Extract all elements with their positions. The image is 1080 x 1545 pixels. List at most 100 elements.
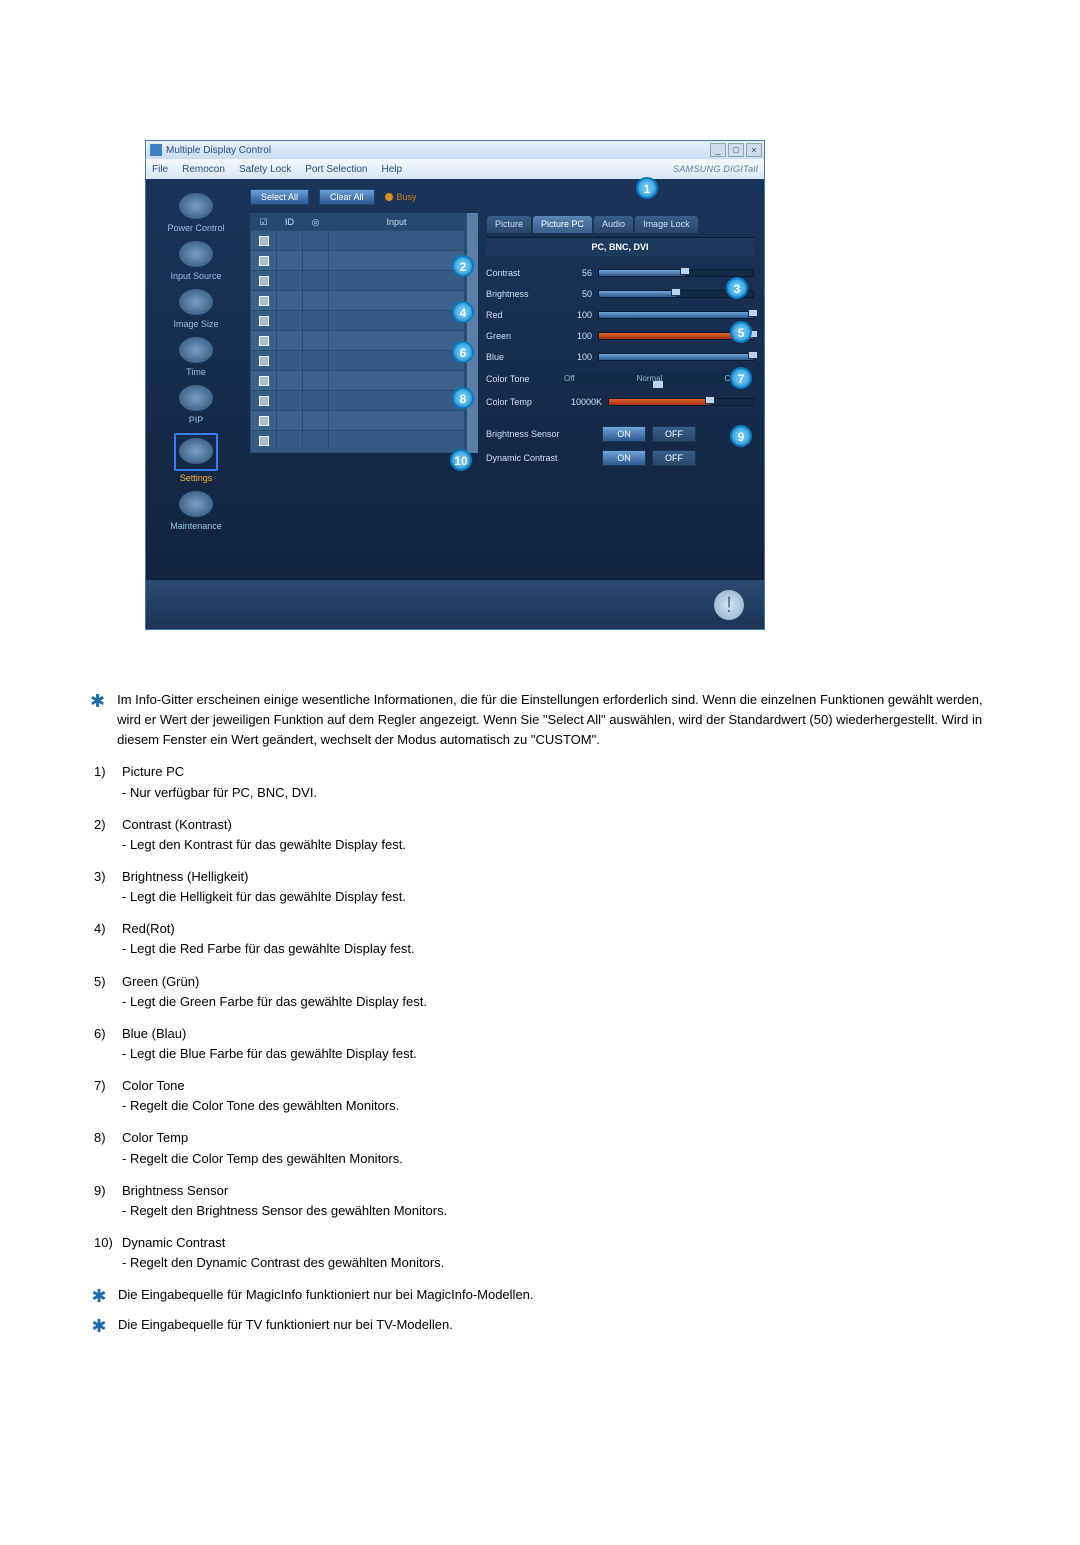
brand-label: SAMSUNG DIGITall (673, 164, 758, 174)
settings-panel: Picture Picture PC Audio Image Lock PC, … (486, 215, 754, 470)
table-row[interactable] (251, 310, 465, 330)
titlebar: Multiple Display Control _ □ × (146, 141, 764, 159)
tab-audio[interactable]: Audio (593, 215, 634, 233)
main-pane: Select All Clear All Busy ☑ ID ◎ Input (246, 179, 764, 579)
pip-icon (179, 385, 213, 411)
sidebar: Power Control Input Source Image Size Ti… (146, 179, 246, 579)
grid-header: ☑ ID ◎ Input (251, 214, 465, 230)
row-color-temp: Color Temp 10000K (486, 391, 754, 412)
star-icon: ✱ (90, 1283, 108, 1311)
menu-remocon[interactable]: Remocon (182, 164, 225, 175)
panel-tabs: Picture Picture PC Audio Image Lock (486, 215, 754, 233)
window-buttons: _ □ × (710, 143, 764, 157)
col-input[interactable]: Input (329, 214, 465, 230)
callout-6: 6 (452, 341, 474, 363)
table-row[interactable] (251, 350, 465, 370)
list-item: 5)Green (Grün)- Legt die Green Farbe für… (94, 972, 990, 1012)
table-row[interactable] (251, 390, 465, 410)
footnote-2: ✱ Die Eingabequelle für TV funktioniert … (90, 1315, 990, 1343)
sidebar-item-pip[interactable]: PIP (154, 385, 238, 425)
color-tone-slider[interactable]: Off Normal Custom (562, 374, 754, 384)
menu-safety-lock[interactable]: Safety Lock (239, 164, 291, 175)
app-window: Multiple Display Control _ □ × File Remo… (145, 140, 765, 630)
tab-picture-pc[interactable]: Picture PC (532, 215, 593, 233)
row-brightness: Brightness 50 (486, 283, 754, 304)
device-grid: ☑ ID ◎ Input (250, 213, 466, 453)
table-row[interactable] (251, 430, 465, 450)
table-row[interactable] (251, 290, 465, 310)
row-color-tone: Color Tone Off Normal Custom (486, 367, 754, 391)
row-dynamic-contrast: Dynamic Contrast ON OFF (486, 446, 754, 470)
app-icon (150, 144, 162, 156)
list-item: 9)Brightness Sensor- Regelt den Brightne… (94, 1181, 990, 1221)
sidebar-item-time[interactable]: Time (154, 337, 238, 377)
info-icon: ! (714, 590, 744, 620)
input-source-icon (179, 241, 213, 267)
table-row[interactable] (251, 370, 465, 390)
dynamic-contrast-off[interactable]: OFF (652, 450, 696, 466)
note-main: ✱ Im Info-Gitter erscheinen einige wesen… (90, 690, 990, 750)
callout-5: 5 (730, 321, 752, 343)
minimize-button[interactable]: _ (710, 143, 726, 157)
busy-dot-icon (385, 193, 393, 201)
table-row[interactable] (251, 330, 465, 350)
col-status[interactable]: ◎ (303, 214, 329, 230)
sidebar-item-power-control[interactable]: Power Control (154, 193, 238, 233)
table-row[interactable] (251, 230, 465, 250)
callout-3: 3 (726, 277, 748, 299)
table-row[interactable] (251, 250, 465, 270)
list-item: 3)Brightness (Helligkeit)- Legt die Hell… (94, 867, 990, 907)
menu-help[interactable]: Help (381, 164, 402, 175)
brightness-sensor-on[interactable]: ON (602, 426, 646, 442)
col-select[interactable]: ☑ (251, 214, 277, 230)
sidebar-item-maintenance[interactable]: Maintenance (154, 491, 238, 531)
red-slider[interactable] (598, 311, 754, 319)
maximize-button[interactable]: □ (728, 143, 744, 157)
maintenance-icon (179, 491, 213, 517)
power-icon (179, 193, 213, 219)
sidebar-item-input-source[interactable]: Input Source (154, 241, 238, 281)
color-temp-slider[interactable] (608, 398, 754, 406)
callout-9: 9 (730, 425, 752, 447)
list-item: 10)Dynamic Contrast- Regelt den Dynamic … (94, 1233, 990, 1273)
table-row[interactable] (251, 410, 465, 430)
tab-picture[interactable]: Picture (486, 215, 532, 233)
row-red: Red 100 (486, 304, 754, 325)
list-item: 1)Picture PC- Nur verfügbar für PC, BNC,… (94, 762, 990, 802)
contrast-slider[interactable] (598, 269, 754, 277)
star-icon: ✱ (90, 1313, 108, 1341)
row-green: Green 100 (486, 325, 754, 346)
callout-10: 10 (450, 449, 472, 471)
footnote-1: ✱ Die Eingabequelle für MagicInfo funkti… (90, 1285, 990, 1313)
list-item: 6)Blue (Blau)- Legt die Blue Farbe für d… (94, 1024, 990, 1064)
settings-icon (179, 438, 213, 464)
blue-slider[interactable] (598, 353, 754, 361)
list-item: 7)Color Tone- Regelt die Color Tone des … (94, 1076, 990, 1116)
select-all-button[interactable]: Select All (250, 189, 309, 205)
table-row[interactable] (251, 270, 465, 290)
dynamic-contrast-on[interactable]: ON (602, 450, 646, 466)
menu-file[interactable]: File (152, 164, 168, 175)
mode-label: PC, BNC, DVI (486, 237, 754, 256)
numbered-list: 1)Picture PC- Nur verfügbar für PC, BNC,… (94, 762, 990, 1273)
callout-2: 2 (452, 255, 474, 277)
col-id[interactable]: ID (277, 214, 303, 230)
sidebar-item-settings[interactable]: Settings (154, 433, 238, 483)
close-button[interactable]: × (746, 143, 762, 157)
row-brightness-sensor: Brightness Sensor ON OFF (486, 422, 754, 446)
list-item: 8)Color Temp- Regelt die Color Temp des … (94, 1128, 990, 1168)
app-title: Multiple Display Control (166, 145, 271, 156)
menubar: File Remocon Safety Lock Port Selection … (146, 159, 764, 179)
row-contrast: Contrast 56 (486, 262, 754, 283)
list-item: 4)Red(Rot)- Legt die Red Farbe für das g… (94, 919, 990, 959)
clear-all-button[interactable]: Clear All (319, 189, 375, 205)
callout-4: 4 (452, 301, 474, 323)
row-blue: Blue 100 (486, 346, 754, 367)
star-icon: ✱ (90, 688, 105, 748)
menu-port-selection[interactable]: Port Selection (305, 164, 367, 175)
sidebar-item-image-size[interactable]: Image Size (154, 289, 238, 329)
callout-8: 8 (452, 387, 474, 409)
grid-scrollbar[interactable] (466, 213, 478, 453)
brightness-sensor-off[interactable]: OFF (652, 426, 696, 442)
tab-image-lock[interactable]: Image Lock (634, 215, 699, 233)
